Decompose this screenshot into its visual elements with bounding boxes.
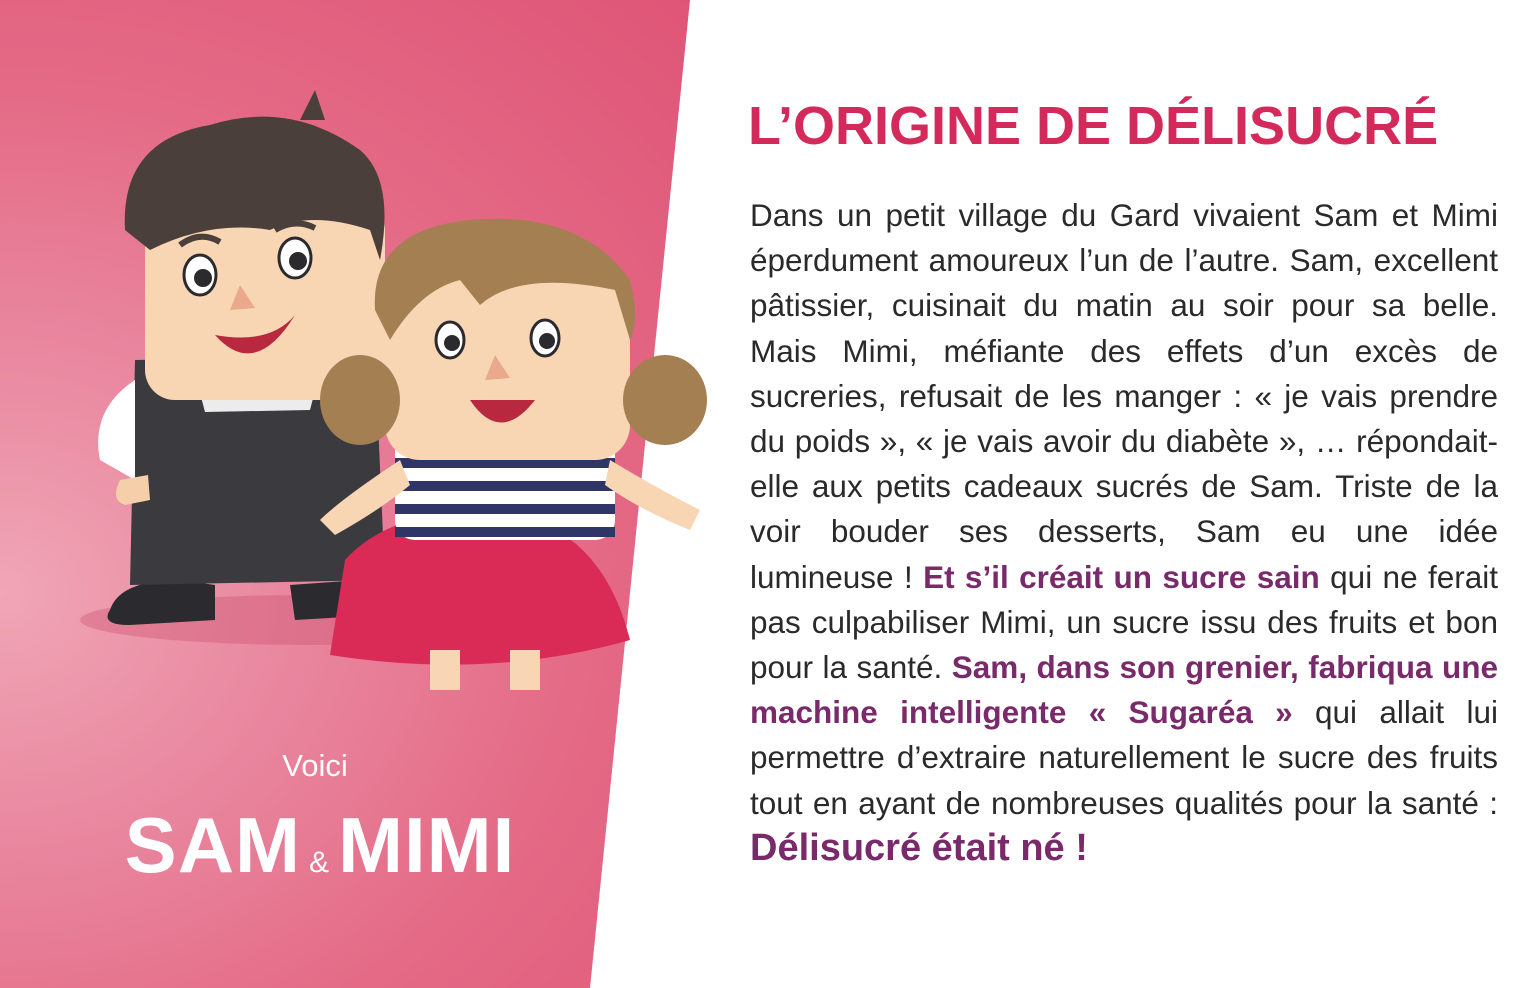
sam-and-mimi-illustration [80,90,707,690]
caption-names: SAM & MIMI [80,800,560,891]
story-highlight-1: Et s’il créait un sucre sain [923,558,1320,595]
page-title: L’ORIGINE DE DÉLISUCRÉ [748,96,1439,156]
story-paragraph: Dans un petit village du Gard vivaient S… [750,193,1498,872]
caption-voici: Voici [282,748,348,783]
ampersand: & [309,846,331,879]
story-highlight-3: Délisucré était né ! [750,826,1088,869]
name-mimi: MIMI [338,801,516,889]
sam-character [98,90,385,625]
story-text-1: Dans un petit village du Gard vivaient S… [750,197,1498,595]
name-sam: SAM [124,801,302,889]
